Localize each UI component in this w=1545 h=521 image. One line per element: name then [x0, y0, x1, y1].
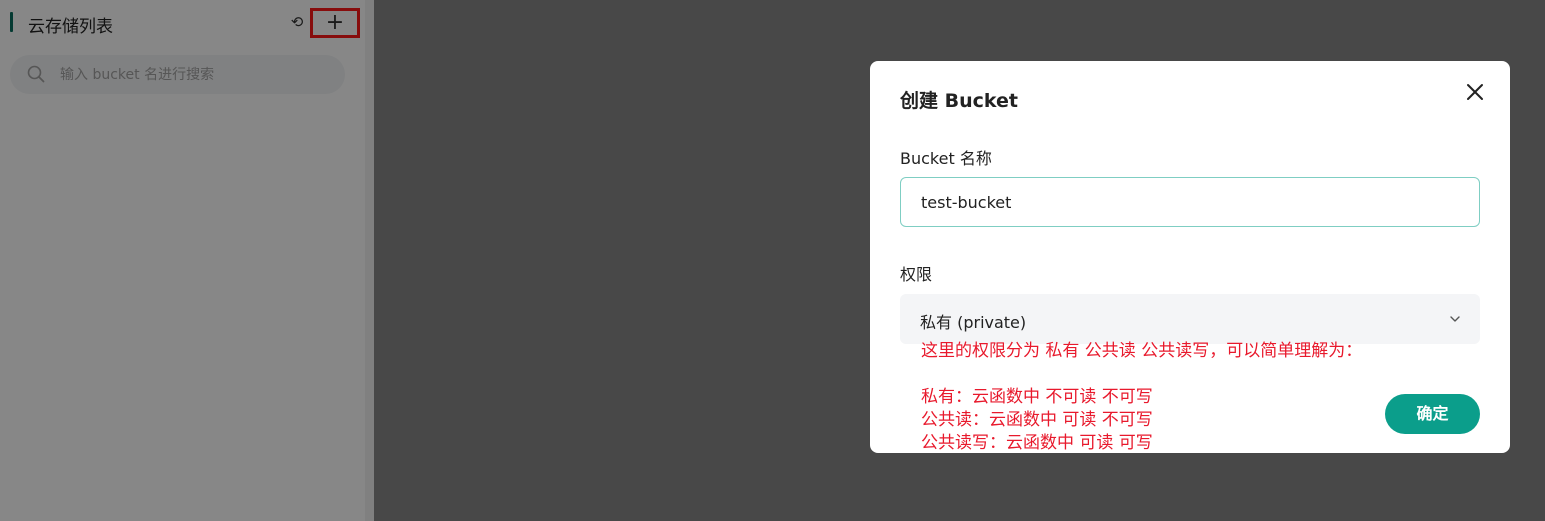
annotation-line: 私有：云函数中 不可读 不可写: [921, 387, 1153, 407]
page: 云存储列表 ⟲ + 创建 Bucket Bucket 名称 权限 私有 (pri…: [0, 0, 1545, 521]
annotation-line: 这里的权限分为 私有 公共读 公共读写，可以简单理解为：: [921, 341, 1363, 361]
annotation-line: 公共读写：云函数中 可读 可写: [921, 433, 1153, 453]
close-icon[interactable]: [1464, 81, 1486, 103]
dialog-title: 创建 Bucket: [900, 90, 1018, 112]
permission-label: 权限: [900, 265, 933, 284]
annotation-line: 公共读：云函数中 可读 不可写: [921, 410, 1153, 430]
confirm-button[interactable]: 确定: [1385, 394, 1480, 434]
bucket-name-label: Bucket 名称: [900, 149, 992, 168]
create-bucket-dialog: 创建 Bucket Bucket 名称 权限 私有 (private) 这里的权…: [870, 61, 1510, 453]
permission-selected-value: 私有 (private): [920, 313, 1027, 332]
bucket-name-input[interactable]: [900, 177, 1480, 227]
chevron-down-icon: [1450, 316, 1460, 322]
permission-select[interactable]: 私有 (private): [900, 294, 1480, 344]
